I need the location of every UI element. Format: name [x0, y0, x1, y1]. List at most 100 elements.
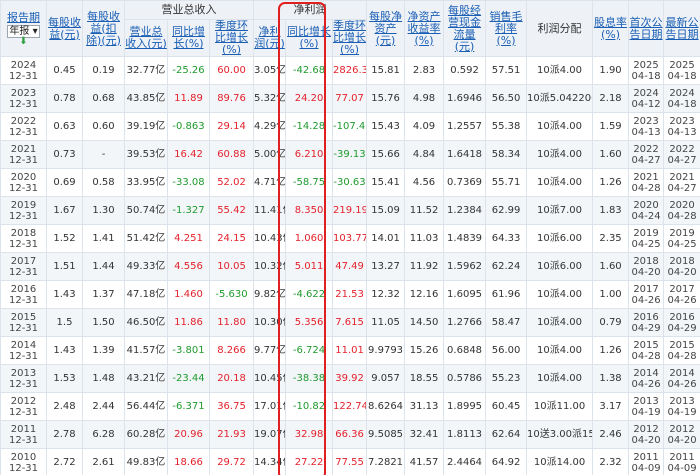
revenue-qoq-cell: 21.93: [208, 420, 255, 449]
eps-header[interactable]: 每股收益(元): [46, 0, 83, 57]
report-period-cell: 2015 12-31: [0, 308, 47, 337]
gross-margin-cell: 56.50: [485, 84, 528, 113]
period-year: 2022: [10, 115, 37, 127]
sort-down-arrow-icon[interactable]: ⬇: [2, 36, 46, 46]
cfps-header[interactable]: 每股经营现金流量(元): [443, 0, 487, 57]
revenue-header[interactable]: 营业总收入(元): [124, 19, 168, 57]
announce-date: 04-28: [631, 350, 661, 362]
roe-cell: 41.57: [404, 448, 445, 475]
latest-announce-cell: 2017 04-26: [663, 280, 700, 309]
roe-cell: 4.09: [404, 112, 445, 141]
period-year: 2021: [10, 143, 37, 155]
dividend-yield-cell: 2.46: [592, 420, 630, 449]
first-announce-header[interactable]: 首次公告日期: [628, 0, 665, 57]
dividend-yield-header[interactable]: 股息率(%): [592, 0, 630, 57]
announce-date: 04-28: [631, 182, 661, 194]
revenue-yoy-cell: 18.66: [167, 448, 210, 475]
latest-announce-header[interactable]: 最新公告日期: [663, 0, 700, 57]
dividend-yield-cell: 1.59: [592, 112, 630, 141]
gross-margin-cell: 57.51: [485, 56, 528, 85]
announce-date: 04-19: [631, 406, 661, 418]
first-announce-cell: 2022 04-27: [628, 140, 665, 169]
dividend-yield-cell: 1.26: [592, 336, 630, 365]
cfps-cell: 1.2766: [443, 308, 487, 337]
gross-margin-header[interactable]: 销售毛利率(%): [485, 0, 528, 57]
dividend-yield-cell: 1.26: [592, 168, 630, 197]
dividend-yield-cell: 2.35: [592, 224, 630, 253]
roe-header[interactable]: 净资产收益率(%): [404, 0, 445, 57]
revenue-qoq-cell: 52.02: [208, 168, 255, 197]
gross-margin-cell: 55.71: [485, 168, 528, 197]
bvps-cell: 9.9793: [366, 336, 406, 365]
report-period-cell: 2019 12-31: [0, 196, 47, 225]
report-period-cell: 2012 12-31: [0, 392, 47, 421]
revenue-cell: 51.42亿: [124, 224, 168, 253]
net-profit-qoq-cell: 103.77: [332, 224, 368, 253]
revenue-qoq-cell: 60.88: [208, 140, 255, 169]
cfps-cell: 0.6848: [443, 336, 487, 365]
revenue-yoy-header[interactable]: 同比增长(%): [167, 19, 210, 57]
table-row: 201912-311.671.3050.74亿-1.32755.4211.41亿…: [0, 196, 700, 225]
announce-date: 04-28: [667, 210, 697, 222]
announce-year: 2025: [633, 59, 659, 71]
revenue-cell: 43.21亿: [124, 364, 168, 393]
eps-adjusted-header[interactable]: 每股收益(扣除)(元): [82, 0, 125, 57]
table-row: 2014 12-31 1.43 1.39 41.57亿 -3.801 8.266 9.77亿 -…: [0, 336, 700, 365]
bvps-header[interactable]: 每股净资产(元): [366, 0, 406, 57]
cfps-cell: 1.2557: [443, 112, 487, 141]
gross-margin-cell: 62.99: [485, 196, 528, 225]
eps-adjusted-cell: 1.48: [82, 364, 125, 393]
period-header-label[interactable]: 报告期: [2, 11, 46, 24]
revenue-yoy-cell: 4.556: [167, 252, 210, 281]
eps-adjusted-cell: -: [82, 140, 125, 169]
dividend-yield-cell: 1.60: [592, 140, 630, 169]
announce-year: 2023: [669, 115, 695, 127]
latest-announce-cell: 2024 04-18: [663, 84, 700, 113]
revenue-cell: 33.95亿: [124, 168, 168, 197]
latest-announce-cell: 2018 04-20: [663, 252, 700, 281]
report-period-cell: 2010 12-31: [0, 448, 47, 475]
period-year: 2010: [10, 451, 37, 463]
dividend-cell: 10派14.00: [526, 448, 594, 475]
table-body: 2024 12-31 0.45 0.19 32.77亿 -25.26 60.00 3.05亿 -…: [0, 56, 700, 475]
table-row: 2024 12-31 0.45 0.19 32.77亿 -25.26 60.00 3.05亿 -…: [0, 56, 700, 85]
eps-cell: 0.78: [46, 84, 83, 113]
net-profit-yoy-cell: 24.20: [285, 84, 334, 113]
revenue-yoy-cell: 20.96: [167, 420, 210, 449]
net-profit-yoy-cell: 5.011: [285, 252, 334, 281]
net-profit-yoy-cell: 5.356: [285, 308, 334, 337]
table-row: 2022 12-31 0.63 0.60 39.19亿 -0.863 29.14 4.29亿 -…: [0, 112, 700, 141]
table-row: 2023 12-31 0.78 0.68 43.85亿 11.89 89.76 5.32亿 24…: [0, 84, 700, 113]
revenue-yoy-cell: 4.251: [167, 224, 210, 253]
announce-date: 04-27: [667, 182, 697, 194]
net-profit-group-header: 净利润: [253, 0, 368, 20]
announce-year: 2012: [633, 423, 659, 435]
cfps-cell: 1.8113: [443, 420, 487, 449]
announce-date: 04-29: [667, 322, 697, 334]
eps-adjusted-cell: 1.37: [82, 280, 125, 309]
announce-year: 2014: [633, 367, 659, 379]
net-profit-yoy-cell: 1.060: [285, 224, 334, 253]
net-profit-header[interactable]: 净利润(元): [253, 19, 287, 57]
announce-date: 04-18: [667, 98, 697, 110]
revenue-qoq-cell: 29.14: [208, 112, 255, 141]
eps-cell: 0.69: [46, 168, 83, 197]
report-period-cell: 2022 12-31: [0, 112, 47, 141]
period-date: 12-31: [8, 322, 39, 334]
dividend-yield-cell: 2.18: [592, 84, 630, 113]
announce-date: 04-20: [667, 434, 697, 446]
report-period-cell: 2017 12-31: [0, 252, 47, 281]
net-profit-qoq-header[interactable]: 季度环比增长(%): [332, 19, 368, 57]
announce-date: 04-09: [631, 462, 661, 474]
eps-cell: 1.52: [46, 224, 83, 253]
gross-margin-cell: 64.92: [485, 448, 528, 475]
revenue-qoq-header[interactable]: 季度环比增长(%): [208, 19, 255, 57]
roe-cell: 11.92: [404, 252, 445, 281]
roe-cell: 4.84: [404, 140, 445, 169]
revenue-qoq-cell: 29.72: [208, 448, 255, 475]
bvps-cell: 12.32: [366, 280, 406, 309]
announce-year: 2020: [669, 199, 695, 211]
announce-year: 2019: [633, 227, 659, 239]
net-profit-yoy-header[interactable]: 同比增长(%): [285, 19, 334, 57]
net-profit-cell: 4.71亿: [253, 168, 287, 197]
